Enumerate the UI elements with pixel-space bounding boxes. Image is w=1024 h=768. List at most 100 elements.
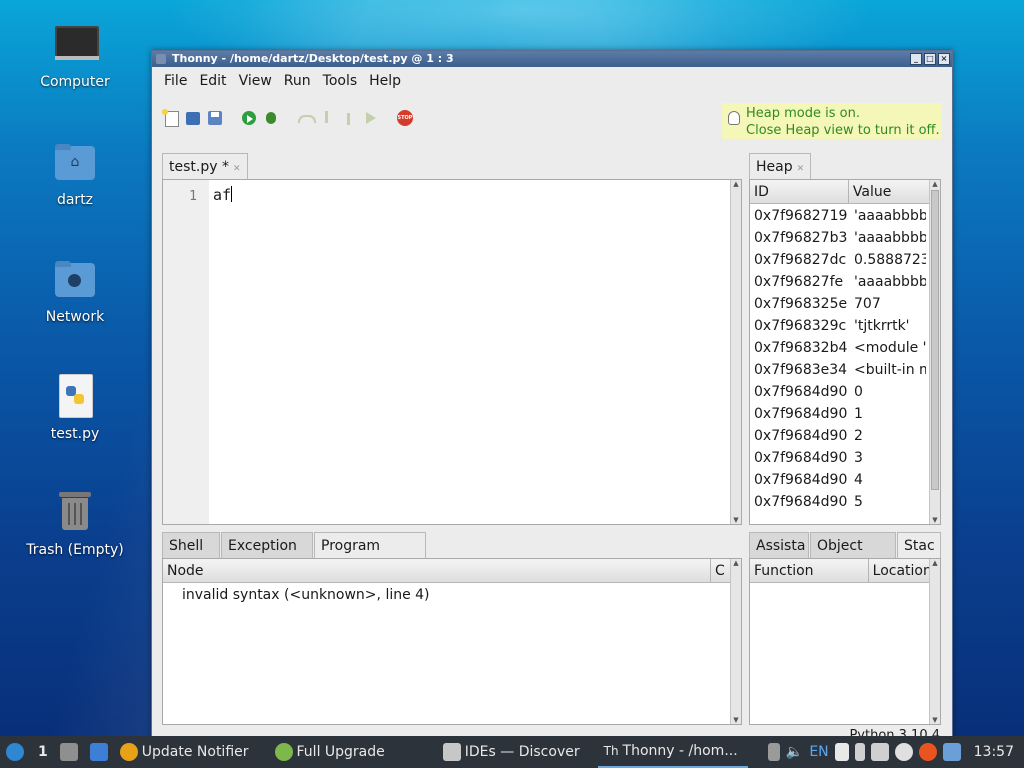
heap-row[interactable]: 0x7f96827b3 'aaaabbbb bbox=[750, 227, 926, 249]
heap-row[interactable]: 0x7f9683e34 <built-in m bbox=[750, 359, 926, 381]
heap-col-value[interactable]: Value bbox=[848, 180, 930, 204]
heap-col-id[interactable]: ID bbox=[750, 180, 849, 204]
desktop-icon-computer[interactable]: Computer bbox=[15, 22, 135, 90]
heap-notice-line2: Close Heap view to turn it off. bbox=[746, 123, 940, 138]
tab-stack[interactable]: Stac bbox=[897, 532, 941, 558]
tab-assistant[interactable]: Assista bbox=[749, 532, 809, 558]
tab-label: Heap bbox=[756, 159, 793, 175]
show-desktop-launcher[interactable] bbox=[84, 736, 114, 768]
save-file-icon[interactable] bbox=[206, 109, 224, 127]
tab-test-py[interactable]: test.py * ✕ bbox=[162, 153, 248, 179]
col-location[interactable]: Location bbox=[868, 559, 930, 583]
tab-close-icon[interactable]: ✕ bbox=[797, 164, 805, 174]
thonny-task-icon: Th bbox=[603, 744, 619, 758]
col-c[interactable]: C bbox=[711, 559, 731, 583]
task-thonny[interactable]: Th Thonny - /hom... bbox=[597, 736, 748, 768]
heap-row-id: 0x7f9684d90 bbox=[754, 406, 848, 422]
heap-panel: ID Value 0x7f9682719'aaaabbbb 0x7f96827b3… bbox=[749, 179, 941, 525]
tab-object-inspector[interactable]: Object inspe bbox=[810, 532, 896, 558]
clock[interactable]: 13:57 bbox=[964, 736, 1024, 768]
minimize-button[interactable]: _ bbox=[910, 53, 922, 65]
heap-row[interactable]: 0x7f96827fe 'aaaabbbb bbox=[750, 271, 926, 293]
col-node[interactable]: Node bbox=[163, 559, 712, 583]
scroll-up-icon[interactable]: ▲ bbox=[931, 559, 939, 567]
code-line[interactable]: af bbox=[213, 186, 233, 204]
heap-mode-notice: Heap mode is on. Close Heap view to turn… bbox=[722, 103, 942, 139]
open-file-icon[interactable] bbox=[184, 109, 202, 127]
menu-tools[interactable]: Tools bbox=[317, 73, 364, 89]
heap-row-id: 0x7f9683e34 bbox=[754, 362, 848, 378]
desktop-icon-network[interactable]: Network bbox=[15, 257, 135, 325]
heap-row[interactable]: 0x7f9684d90 1 bbox=[750, 403, 926, 425]
workspace-switcher[interactable]: 1 bbox=[32, 736, 54, 768]
heap-row-value: 3 bbox=[854, 450, 863, 466]
heap-row[interactable]: 0x7f9684d90 3 bbox=[750, 447, 926, 469]
close-button[interactable]: × bbox=[938, 53, 950, 65]
task-discover[interactable]: IDEs — Discover bbox=[437, 736, 586, 768]
app-menu-button[interactable] bbox=[0, 736, 32, 768]
program-tree-panel: Node C invalid syntax (<unknown>, line 4… bbox=[162, 558, 742, 725]
program-tree-scrollbar[interactable]: ▲ ▼ bbox=[730, 559, 741, 724]
tray-keyboard-layout[interactable]: EN bbox=[806, 736, 831, 768]
scroll-down-icon[interactable]: ▼ bbox=[931, 516, 939, 524]
scroll-up-icon[interactable]: ▲ bbox=[732, 180, 740, 188]
heap-row[interactable]: 0x7f9684d90 5 bbox=[750, 491, 926, 513]
tray-sync-icon[interactable] bbox=[892, 736, 916, 768]
program-tree-message[interactable]: invalid syntax (<unknown>, line 4) bbox=[182, 587, 430, 603]
tray-removable-icon[interactable] bbox=[765, 736, 783, 768]
tab-shell[interactable]: Shell bbox=[162, 532, 220, 558]
desktop-icon-test-py[interactable]: test.py bbox=[15, 374, 135, 442]
menu-help[interactable]: Help bbox=[363, 73, 407, 89]
new-file-icon[interactable] bbox=[162, 109, 180, 127]
tray-clipboard-icon[interactable] bbox=[832, 736, 852, 768]
tray-battery-icon[interactable] bbox=[852, 736, 868, 768]
heap-row[interactable]: 0x7f9684d90 0 bbox=[750, 381, 926, 403]
run-icon[interactable] bbox=[240, 109, 258, 127]
tab-program-tree[interactable]: Program tree✕ bbox=[314, 532, 426, 580]
tray-network-icon[interactable] bbox=[868, 736, 892, 768]
heap-scrollbar[interactable]: ▲ ▼ bbox=[929, 180, 940, 524]
step-into-icon bbox=[318, 109, 336, 127]
scroll-up-icon[interactable]: ▲ bbox=[931, 180, 939, 188]
task-update-notifier[interactable]: Update Notifier bbox=[114, 736, 255, 768]
debug-icon[interactable] bbox=[262, 109, 280, 127]
heap-row[interactable]: 0x7f968325e 707 bbox=[750, 293, 926, 315]
scroll-down-icon[interactable]: ▼ bbox=[732, 716, 740, 724]
desktop-icon-trash[interactable]: Trash (Empty) bbox=[15, 490, 135, 558]
stack-panel: Function Location ▲ ▼ bbox=[749, 558, 941, 725]
menu-view[interactable]: View bbox=[233, 73, 278, 89]
desktop-icon-home-folder[interactable]: ⌂ dartz bbox=[15, 140, 135, 208]
heap-row[interactable]: 0x7f9684d90 4 bbox=[750, 469, 926, 491]
tray-update-icon[interactable] bbox=[940, 736, 964, 768]
home-folder-icon: ⌂ bbox=[51, 140, 99, 188]
window-titlebar[interactable]: Thonny - /home/dartz/Desktop/test.py @ 1… bbox=[152, 51, 952, 67]
heap-row[interactable]: 0x7f9684d90 2 bbox=[750, 425, 926, 447]
heap-row[interactable]: 0x7f96827dc 0.5888723 bbox=[750, 249, 926, 271]
tray-volume-icon[interactable]: 🔈 bbox=[783, 736, 806, 768]
editor-scrollbar[interactable]: ▲ ▼ bbox=[730, 180, 741, 524]
stop-icon[interactable]: STOP bbox=[396, 109, 414, 127]
heap-row-value: 'tjtkrrtk' bbox=[854, 318, 910, 334]
editor-panel[interactable]: 1 af ▲ ▼ bbox=[162, 179, 742, 525]
menu-file[interactable]: File bbox=[158, 73, 193, 89]
tab-close-icon[interactable]: ✕ bbox=[233, 164, 241, 174]
stack-scrollbar[interactable]: ▲ ▼ bbox=[929, 559, 940, 724]
menu-edit[interactable]: Edit bbox=[193, 73, 232, 89]
col-function[interactable]: Function bbox=[750, 559, 869, 583]
task-full-upgrade[interactable]: Full Upgrade bbox=[269, 736, 391, 768]
scroll-down-icon[interactable]: ▼ bbox=[931, 716, 939, 724]
tab-heap[interactable]: Heap ✕ bbox=[749, 153, 812, 179]
heap-row[interactable]: 0x7f9682719 'aaaabbbb bbox=[750, 205, 926, 227]
menu-run[interactable]: Run bbox=[278, 73, 317, 89]
heap-row[interactable]: 0x7f96832b4 <module ' bbox=[750, 337, 926, 359]
scroll-up-icon[interactable]: ▲ bbox=[732, 559, 740, 567]
tab-exception[interactable]: Exception bbox=[221, 532, 313, 558]
heap-row[interactable]: 0x7f968329c 'tjtkrrtk' bbox=[750, 315, 926, 337]
scroll-down-icon[interactable]: ▼ bbox=[732, 516, 740, 524]
maximize-button[interactable]: □ bbox=[924, 53, 936, 65]
scroll-thumb[interactable] bbox=[931, 190, 939, 490]
tray-ubuntu-icon[interactable] bbox=[916, 736, 940, 768]
text-cursor bbox=[231, 186, 233, 202]
file-manager-launcher[interactable] bbox=[54, 736, 84, 768]
heap-row-value: <module ' bbox=[854, 340, 926, 356]
